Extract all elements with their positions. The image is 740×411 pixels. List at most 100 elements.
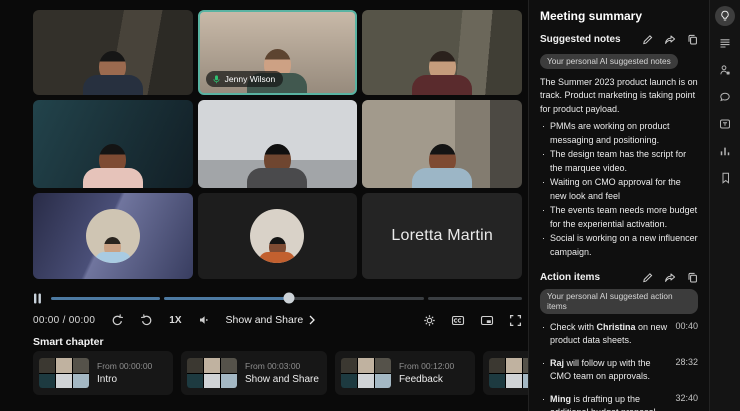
skip-forward-button[interactable] — [140, 314, 153, 327]
chapter-card-feedback[interactable]: From 00:12:00 Feedback — [335, 351, 475, 395]
participant-video-9-name-only: Loretta Martin — [362, 193, 522, 279]
playback-speed-button[interactable]: 1X — [169, 315, 181, 326]
pause-button[interactable] — [33, 293, 42, 304]
notes-bullet-list: PMMs are working on product messaging an… — [540, 120, 698, 259]
note-bullet: PMMs are working on product messaging an… — [540, 120, 698, 148]
copy-action-items-button[interactable] — [687, 272, 698, 283]
transcript-icon[interactable] — [715, 33, 735, 53]
participant-silhouette — [77, 144, 149, 188]
note-bullet: Social is working on a new influencer ca… — [540, 232, 698, 260]
chapter-name: Show and Share — [245, 374, 319, 385]
chapter-thumbnail — [187, 358, 237, 388]
participant-video-4 — [33, 100, 193, 188]
participant-video-7-avatar — [33, 193, 193, 279]
picture-in-picture-button[interactable] — [480, 314, 494, 327]
chapter-start-time: From 00:03:00 — [245, 361, 319, 371]
chapter-thumbnail — [341, 358, 391, 388]
note-bullet: The events team needs more budget for th… — [540, 204, 698, 232]
seek-handle[interactable] — [284, 293, 295, 304]
participant-grid: Jenny Wilson — [33, 10, 522, 279]
action-item-person: Raj — [550, 358, 564, 368]
seek-segment-remaining — [428, 297, 522, 300]
action-item-text: Ming is drafting up the additional budge… — [540, 393, 668, 411]
action-item-row: Ming is drafting up the additional budge… — [540, 393, 698, 411]
action-item-person: Christina — [597, 322, 636, 332]
action-item-person: Ming — [550, 394, 571, 404]
action-items-section: Action items Your personal AI suggested … — [540, 272, 698, 411]
chapter-card-partial[interactable] — [483, 351, 528, 395]
secondary-controls — [423, 314, 522, 327]
copy-notes-button[interactable] — [687, 34, 698, 45]
ai-suggested-notes-badge: Your personal AI suggested notes — [540, 54, 678, 69]
action-items-label: Action items — [540, 272, 642, 283]
participant-silhouette — [241, 144, 313, 188]
playback-controls: 00:00 / 00:00 1X Show and Share — [33, 308, 522, 332]
chat-icon[interactable] — [715, 87, 735, 107]
meeting-recording-player: Jenny Wilson — [0, 0, 740, 411]
participant-silhouette — [406, 144, 478, 188]
closed-captions-button[interactable] — [451, 314, 465, 327]
chapter-thumbnail — [39, 358, 89, 388]
chapter-thumbnail — [489, 358, 528, 388]
smart-chapter-title: Smart chapter — [33, 336, 104, 348]
notes-intro-text: The Summer 2023 product launch is on tra… — [540, 76, 698, 118]
suggested-notes-label: Suggested notes — [540, 34, 642, 45]
share-notes-button[interactable] — [664, 34, 676, 45]
bookmark-icon[interactable] — [715, 168, 735, 188]
analytics-icon[interactable] — [715, 141, 735, 161]
action-item-text: Check with Christina on new product data… — [540, 321, 668, 348]
panel-title: Meeting summary — [540, 9, 698, 23]
participant-video-5 — [198, 100, 358, 188]
action-item-row: Check with Christina on new product data… — [540, 321, 698, 348]
participants-icon[interactable] — [715, 60, 735, 80]
time-display: 00:00 / 00:00 — [33, 315, 95, 326]
action-item-timestamp[interactable]: 00:40 — [675, 321, 698, 331]
action-item-timestamp[interactable]: 32:40 — [675, 393, 698, 403]
ai-suggested-action-items-badge: Your personal AI suggested action items — [540, 289, 698, 314]
suggested-notes-header: Suggested notes — [540, 34, 698, 45]
participant-silhouette — [77, 51, 149, 95]
share-action-items-button[interactable] — [664, 272, 676, 283]
fullscreen-button[interactable] — [509, 314, 522, 327]
note-bullet: Waiting on CMO approval for the new look… — [540, 176, 698, 204]
ai-highlights-icon[interactable] — [715, 6, 735, 26]
participant-name-label: Loretta Martin — [362, 193, 522, 279]
participant-silhouette — [406, 51, 478, 95]
seek-segment-played — [51, 297, 160, 300]
active-speaker-name-pill: Jenny Wilson — [206, 71, 284, 87]
note-bullet: The design team has the script for the m… — [540, 148, 698, 176]
participant-video-1 — [33, 10, 193, 95]
chapter-name: Intro — [97, 374, 152, 385]
chapter-start-time: From 00:00:00 — [97, 361, 152, 371]
action-item-text: Raj will follow up with the CMO team on … — [540, 357, 668, 384]
settings-gear-button[interactable] — [423, 314, 436, 327]
action-items-header: Action items — [540, 272, 698, 283]
meeting-summary-panel: Meeting summary Suggested notes Your per… — [528, 0, 709, 411]
seek-bar[interactable] — [51, 291, 522, 305]
skip-back-button[interactable] — [111, 314, 124, 327]
microphone-icon — [212, 74, 221, 85]
current-chapter-label: Show and Share — [226, 314, 304, 326]
right-icon-rail — [709, 0, 740, 411]
chapter-start-time: From 00:12:00 — [399, 361, 454, 371]
edit-action-items-button[interactable] — [642, 272, 653, 283]
action-item-row: Raj will follow up with the CMO team on … — [540, 357, 698, 384]
chapter-card-intro[interactable]: From 00:00:00 Intro — [33, 351, 173, 395]
participant-video-8-avatar — [198, 193, 358, 279]
video-stage: Jenny Wilson — [0, 0, 528, 411]
chapter-name: Feedback — [399, 374, 454, 385]
participant-avatar — [250, 209, 304, 263]
participant-video-3 — [362, 10, 522, 95]
chapter-card-show-and-share[interactable]: From 00:03:00 Show and Share — [181, 351, 327, 395]
smart-chapter-list: From 00:00:00 Intro From 00:03:00 Show a… — [33, 351, 528, 395]
active-speaker-name: Jenny Wilson — [225, 74, 276, 84]
playback-progress-row — [33, 291, 522, 305]
edit-notes-button[interactable] — [642, 34, 653, 45]
volume-button[interactable] — [198, 314, 210, 326]
action-item-timestamp[interactable]: 28:32 — [675, 357, 698, 367]
captions-icon[interactable] — [715, 114, 735, 134]
participant-video-active-speaker: Jenny Wilson — [198, 10, 358, 95]
current-chapter-button[interactable]: Show and Share — [226, 314, 316, 326]
participant-avatar — [86, 209, 140, 263]
participant-video-6 — [362, 100, 522, 188]
